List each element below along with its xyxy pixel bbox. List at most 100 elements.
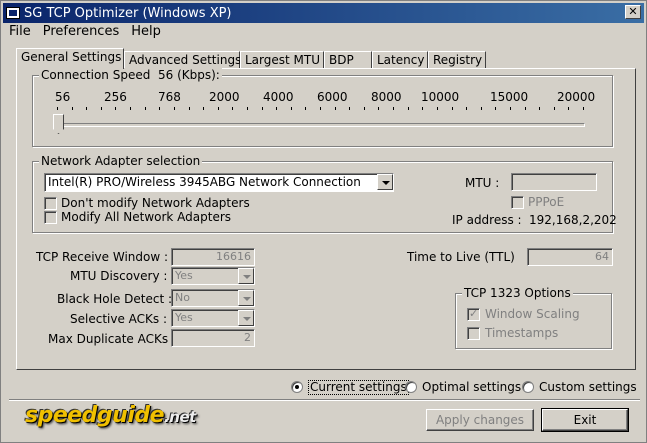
current-settings-radio[interactable]: [291, 381, 303, 393]
slider-tick: [335, 107, 336, 110]
scale-label-2000: 2000: [209, 90, 240, 104]
chevron-down-icon[interactable]: [377, 174, 393, 190]
tcp-receive-window-label: TCP Receive Window :: [36, 250, 169, 264]
ttl-field[interactable]: 64: [527, 248, 613, 266]
slider-tick: [72, 107, 73, 110]
slider-tick: [247, 107, 248, 110]
modify-all-checkbox[interactable]: [44, 211, 57, 224]
slider-tick: [232, 107, 233, 110]
tcp-1323-group: TCP 1323 Options: [455, 286, 612, 349]
pppoe-label: PPPoE: [528, 195, 565, 209]
tcp-receive-window-field[interactable]: 16616: [171, 248, 255, 266]
slider-tick: [174, 107, 175, 110]
tab-advanced-settings[interactable]: Advanced Settings: [124, 51, 241, 69]
scale-label-256: 256: [104, 90, 127, 104]
selective-acks-value: Yes: [175, 311, 193, 324]
slider-tick: [378, 107, 379, 110]
dont-modify-checkbox[interactable]: [44, 197, 57, 210]
chevron-down-icon[interactable]: [238, 310, 254, 326]
chevron-down-icon[interactable]: [238, 290, 254, 306]
slider-tick: [393, 107, 394, 110]
ttl-value: 64: [595, 250, 609, 263]
slider-tick: [481, 107, 482, 110]
mtu-field[interactable]: [511, 173, 597, 191]
ip-address-label: IP address :: [452, 213, 522, 227]
black-hole-detect-value: No: [175, 291, 190, 304]
adapter-select-value: Intel(R) PRO/Wireless 3945ABG Network Co…: [48, 175, 361, 189]
tab-registry[interactable]: Registry: [428, 51, 486, 69]
menu-help[interactable]: Help: [125, 23, 167, 41]
slider-tick: [525, 107, 526, 110]
scale-label-6000: 6000: [317, 90, 348, 104]
slider-tick: [218, 107, 219, 110]
tab-bdp[interactable]: BDP: [324, 51, 372, 69]
scale-label-8000: 8000: [371, 90, 402, 104]
close-button[interactable]: ✕: [625, 5, 641, 19]
optimal-settings-label[interactable]: Optimal settings: [422, 380, 521, 394]
mtu-label: MTU :: [465, 176, 500, 190]
menu-preferences[interactable]: Preferences: [37, 23, 125, 41]
max-duplicate-acks-field[interactable]: 2: [171, 329, 255, 347]
slider-tick: [349, 107, 350, 110]
slider-tick: [495, 107, 496, 110]
ip-address-value: 192,168,2,202: [529, 213, 617, 227]
tcp-1323-label: TCP 1323 Options: [462, 286, 573, 300]
slider-track[interactable]: [55, 123, 585, 127]
current-settings-label[interactable]: Current settings: [308, 380, 409, 395]
chevron-down-icon[interactable]: [238, 268, 254, 284]
slider-tick: [466, 107, 467, 110]
exit-button[interactable]: Exit: [541, 408, 629, 432]
slider-tick: [189, 107, 190, 110]
slider-tick: [305, 107, 306, 110]
custom-settings-radio[interactable]: [522, 381, 534, 393]
slider-tick: [422, 107, 423, 110]
adapter-select[interactable]: Intel(R) PRO/Wireless 3945ABG Network Co…: [44, 173, 394, 192]
custom-settings-label[interactable]: Custom settings: [539, 380, 637, 394]
slider-tick: [159, 107, 160, 110]
pppoe-checkbox[interactable]: [511, 196, 524, 209]
speedguide-logo: speedguide.net: [25, 403, 196, 428]
mtu-discovery-select[interactable]: Yes: [171, 267, 255, 285]
slider-tick: [554, 107, 555, 110]
connection-speed-value: 56 (Kbps):: [157, 68, 220, 82]
slider-tick: [203, 107, 204, 110]
selective-acks-select[interactable]: Yes: [171, 309, 255, 327]
scale-label-56: 56: [55, 90, 71, 104]
slider-tick: [408, 107, 409, 110]
mtu-discovery-label: MTU Discovery :: [70, 269, 168, 283]
slider-tick: [539, 107, 540, 110]
selective-acks-label: Selective ACKs :: [70, 312, 168, 326]
slider-tick: [130, 107, 131, 110]
slider-tick: [145, 107, 146, 110]
slider-tick: [276, 107, 277, 110]
black-hole-detect-select[interactable]: No: [171, 289, 255, 307]
slider-tick: [452, 107, 453, 110]
slider-tick: [115, 107, 116, 110]
tab-latency[interactable]: Latency: [372, 51, 428, 69]
optimal-settings-radio[interactable]: [405, 381, 417, 393]
tab-general-settings[interactable]: General Settings: [16, 48, 124, 69]
scale-label-768: 768: [158, 90, 181, 104]
apply-changes-button[interactable]: Apply changes: [426, 409, 534, 431]
tab-largest-mtu[interactable]: Largest MTU: [240, 51, 324, 69]
close-icon: ✕: [628, 5, 638, 18]
mtu-discovery-value: Yes: [175, 269, 193, 282]
network-adapter-label: Network Adapter selection: [39, 154, 203, 168]
slider-tick: [510, 107, 511, 110]
ttl-label: Time to Live (TTL): [407, 250, 515, 264]
connection-speed-title: Connection Speed: [41, 68, 151, 82]
slider-tick: [437, 107, 438, 110]
slider-tick: [86, 107, 87, 110]
max-duplicate-acks-value: 2: [244, 331, 251, 344]
slider-tick: [101, 107, 102, 110]
timestamps-checkbox[interactable]: [467, 327, 480, 340]
scale-label-10000: 10000: [421, 90, 460, 104]
menu-file[interactable]: File: [3, 23, 37, 41]
window-scaling-label: Window Scaling: [485, 307, 580, 321]
bottom-divider: [9, 399, 640, 401]
slider-thumb[interactable]: [53, 114, 64, 134]
connection-speed-label: Connection Speed 56 (Kbps):: [39, 68, 222, 82]
window-scaling-checkbox[interactable]: [467, 307, 480, 321]
menu-bar: File Preferences Help: [3, 23, 167, 41]
max-duplicate-acks-label: Max Duplicate ACKs :: [48, 332, 176, 346]
